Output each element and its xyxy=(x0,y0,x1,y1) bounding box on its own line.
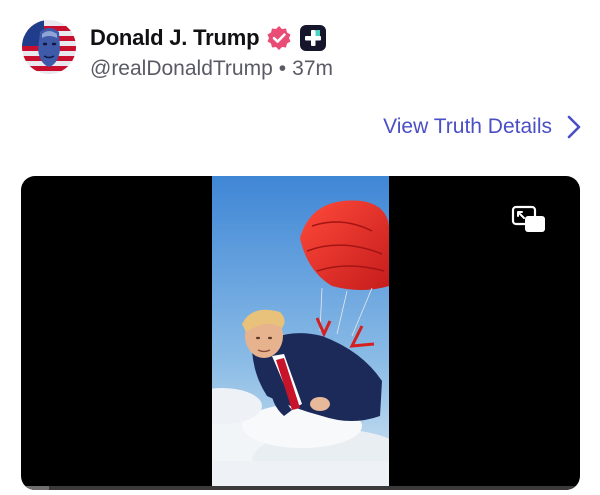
verified-badge-icon xyxy=(267,26,291,50)
video-thumbnail xyxy=(212,176,389,486)
meta-separator: • xyxy=(278,57,287,80)
picture-in-picture-icon[interactable] xyxy=(511,205,547,235)
author-handle[interactable]: @realDonaldTrump xyxy=(90,57,273,80)
avatar-image xyxy=(22,20,76,74)
author-display-name[interactable]: Donald J. Trump xyxy=(90,25,260,51)
chevron-right-icon xyxy=(567,115,581,139)
post-timestamp[interactable]: 37m xyxy=(292,57,333,80)
view-truth-details-link[interactable]: View Truth Details xyxy=(383,114,582,140)
avatar[interactable] xyxy=(22,20,76,74)
author-meta: @realDonaldTrump • 37m xyxy=(90,57,333,81)
video-progress-fill xyxy=(21,486,49,490)
author-name-row: Donald J. Trump xyxy=(90,24,327,52)
video-frame[interactable] xyxy=(212,176,389,486)
view-truth-details-label: View Truth Details xyxy=(383,115,552,138)
truth-plus-icon xyxy=(300,25,327,51)
video-progress-bar[interactable] xyxy=(21,486,580,490)
video-player[interactable] xyxy=(21,176,580,490)
